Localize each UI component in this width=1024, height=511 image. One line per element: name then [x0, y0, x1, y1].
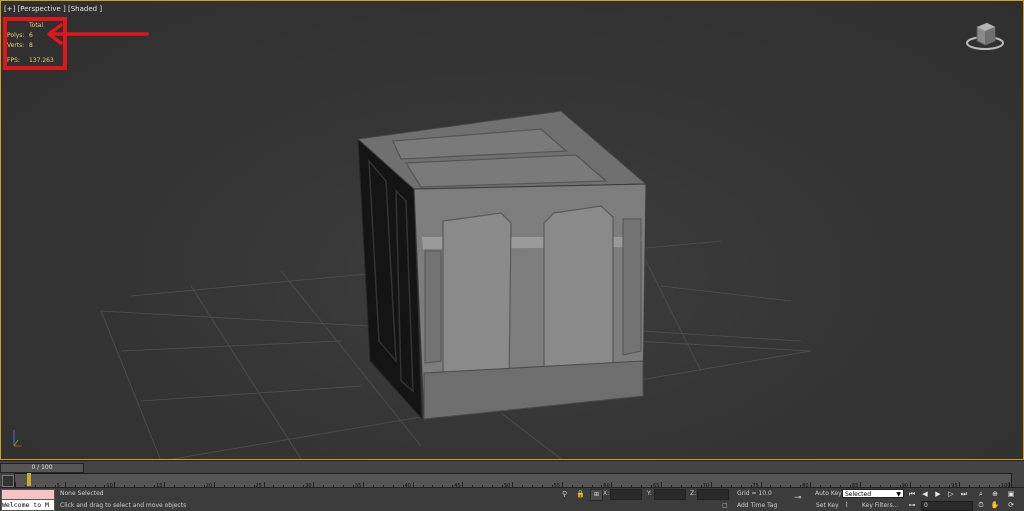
chevron-down-icon: ▼	[896, 491, 901, 498]
timeline-area: 0 / 100 5 10 15 20 25 30 35 40 45 50 55 60 65 70 75 80 8…	[0, 460, 1024, 489]
key-filters-button[interactable]: Key Filters...	[862, 502, 899, 509]
viewport-scene	[100, 110, 812, 459]
key-selection-dropdown[interactable]: Selected ▼	[842, 489, 904, 498]
x-label: X:	[603, 490, 610, 497]
selection-lock-icon[interactable]: 🔒	[576, 490, 585, 498]
next-frame-icon[interactable]: ▷	[946, 489, 956, 499]
status-bar: Welcome to M None Selected Click and dra…	[0, 487, 1024, 511]
go-to-start-icon[interactable]: ⏮	[907, 489, 917, 499]
z-coordinate-field[interactable]	[697, 489, 729, 500]
maxscript-output[interactable]: Welcome to M	[1, 499, 55, 511]
open-mini-curve-editor-icon[interactable]	[2, 475, 14, 487]
time-config-icon[interactable]: ⏱	[976, 500, 986, 510]
add-time-tag[interactable]: Add Time Tag	[737, 502, 777, 509]
go-to-end-icon[interactable]: ⏭	[959, 489, 969, 499]
set-key-icon[interactable]: ⊸	[794, 493, 802, 503]
prompt-line: Click and drag to select and move object…	[60, 502, 187, 509]
key-filter-icon[interactable]: ⌇	[845, 501, 848, 509]
time-tag-icon[interactable]: ▢	[722, 502, 728, 509]
set-key-button[interactable]: Set Key	[816, 502, 839, 509]
viewport-label-menu[interactable]: [+] [Perspective ] [Shaded ]	[4, 5, 102, 13]
pan-icon[interactable]: ✋	[990, 500, 1000, 510]
key-mode-icon[interactable]: ⊶	[907, 500, 917, 510]
z-label: Z:	[690, 490, 697, 497]
crate-cube	[356, 110, 648, 421]
axis-tripod-icon	[13, 430, 22, 447]
play-icon[interactable]: ▶	[933, 489, 943, 499]
x-coordinate-field[interactable]	[610, 489, 642, 500]
time-slider-label: 0 / 100	[31, 464, 53, 471]
current-frame-marker[interactable]	[27, 473, 31, 486]
selection-status: None Selected	[60, 490, 104, 497]
absolute-mode-transform-icon[interactable]: ⊞	[590, 489, 603, 501]
viewcube-icon[interactable]	[965, 19, 1005, 53]
stats-highlight-box	[3, 17, 67, 70]
time-slider[interactable]: 0 / 100	[0, 463, 84, 473]
isolate-icon[interactable]: ⚲	[562, 490, 567, 498]
maximize-viewport-icon[interactable]: ▣	[1006, 489, 1016, 499]
previous-frame-icon[interactable]: ◀	[920, 489, 930, 499]
zoom-icon[interactable]: ⌕	[976, 489, 986, 499]
y-label: Y:	[647, 490, 652, 497]
key-selection-value: Selected	[845, 491, 872, 498]
perspective-viewport[interactable]: [+] [Perspective ] [Shaded ] Total Polys…	[0, 0, 1024, 460]
grid-setting: Grid = 10.0	[737, 490, 772, 497]
orbit-icon[interactable]: ⟳	[1006, 500, 1016, 510]
auto-key-button[interactable]: Auto Key	[815, 490, 842, 497]
zoom-extents-icon[interactable]: ⊕	[990, 489, 1000, 499]
y-coordinate-field[interactable]	[654, 489, 686, 500]
